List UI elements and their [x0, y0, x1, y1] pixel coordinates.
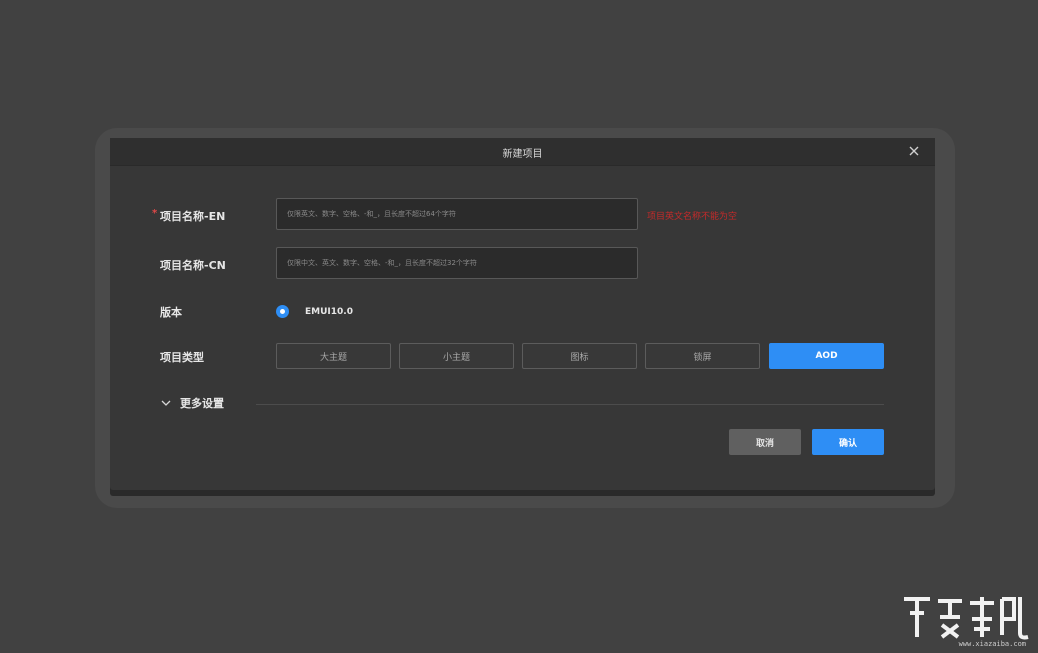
type-option-icon[interactable]: 图标 — [522, 343, 637, 369]
version-label: 版本 — [160, 306, 182, 319]
name-en-label: * 项目名称-EN — [152, 208, 226, 224]
required-mark: * — [152, 208, 158, 219]
watermark-logo: www.xiazaiba.com — [902, 593, 1034, 649]
type-option-aod[interactable]: AOD — [769, 343, 884, 369]
name-en-input[interactable] — [276, 198, 638, 230]
project-type-label: 项目类型 — [160, 351, 204, 364]
cancel-button[interactable]: 取消 — [729, 429, 801, 455]
type-option-small-theme[interactable]: 小主题 — [399, 343, 514, 369]
name-cn-input[interactable] — [276, 247, 638, 279]
close-icon[interactable] — [907, 144, 921, 158]
chevron-down-icon — [161, 400, 171, 406]
radio-dot — [280, 309, 285, 314]
name-cn-label: 项目名称-CN — [160, 259, 226, 272]
version-radio-emui10[interactable] — [276, 305, 289, 318]
more-settings-label: 更多设置 — [180, 397, 224, 410]
confirm-button[interactable]: 确认 — [812, 429, 884, 455]
dialog-header: 新建项目 — [110, 138, 935, 166]
name-en-error: 项目英文名称不能为空 — [647, 212, 738, 222]
type-option-lockscreen[interactable]: 锁屏 — [645, 343, 760, 369]
version-radio-group: EMUI10.0 — [276, 305, 353, 318]
type-option-big-theme[interactable]: 大主题 — [276, 343, 391, 369]
divider — [256, 404, 884, 405]
name-en-label-text: 项目名称-EN — [160, 210, 226, 223]
dialog-title: 新建项目 — [502, 149, 543, 160]
watermark-text: www.xiazaiba.com — [958, 640, 1026, 648]
version-option-label: EMUI10.0 — [305, 306, 353, 317]
watermark-glyphs-icon — [904, 597, 1029, 640]
more-settings-toggle[interactable]: 更多设置 — [160, 395, 224, 411]
new-project-dialog: 新建项目 * 项目名称-EN 项目英文名称不能为空 项目名称-CN 版本 EMU… — [110, 138, 935, 490]
